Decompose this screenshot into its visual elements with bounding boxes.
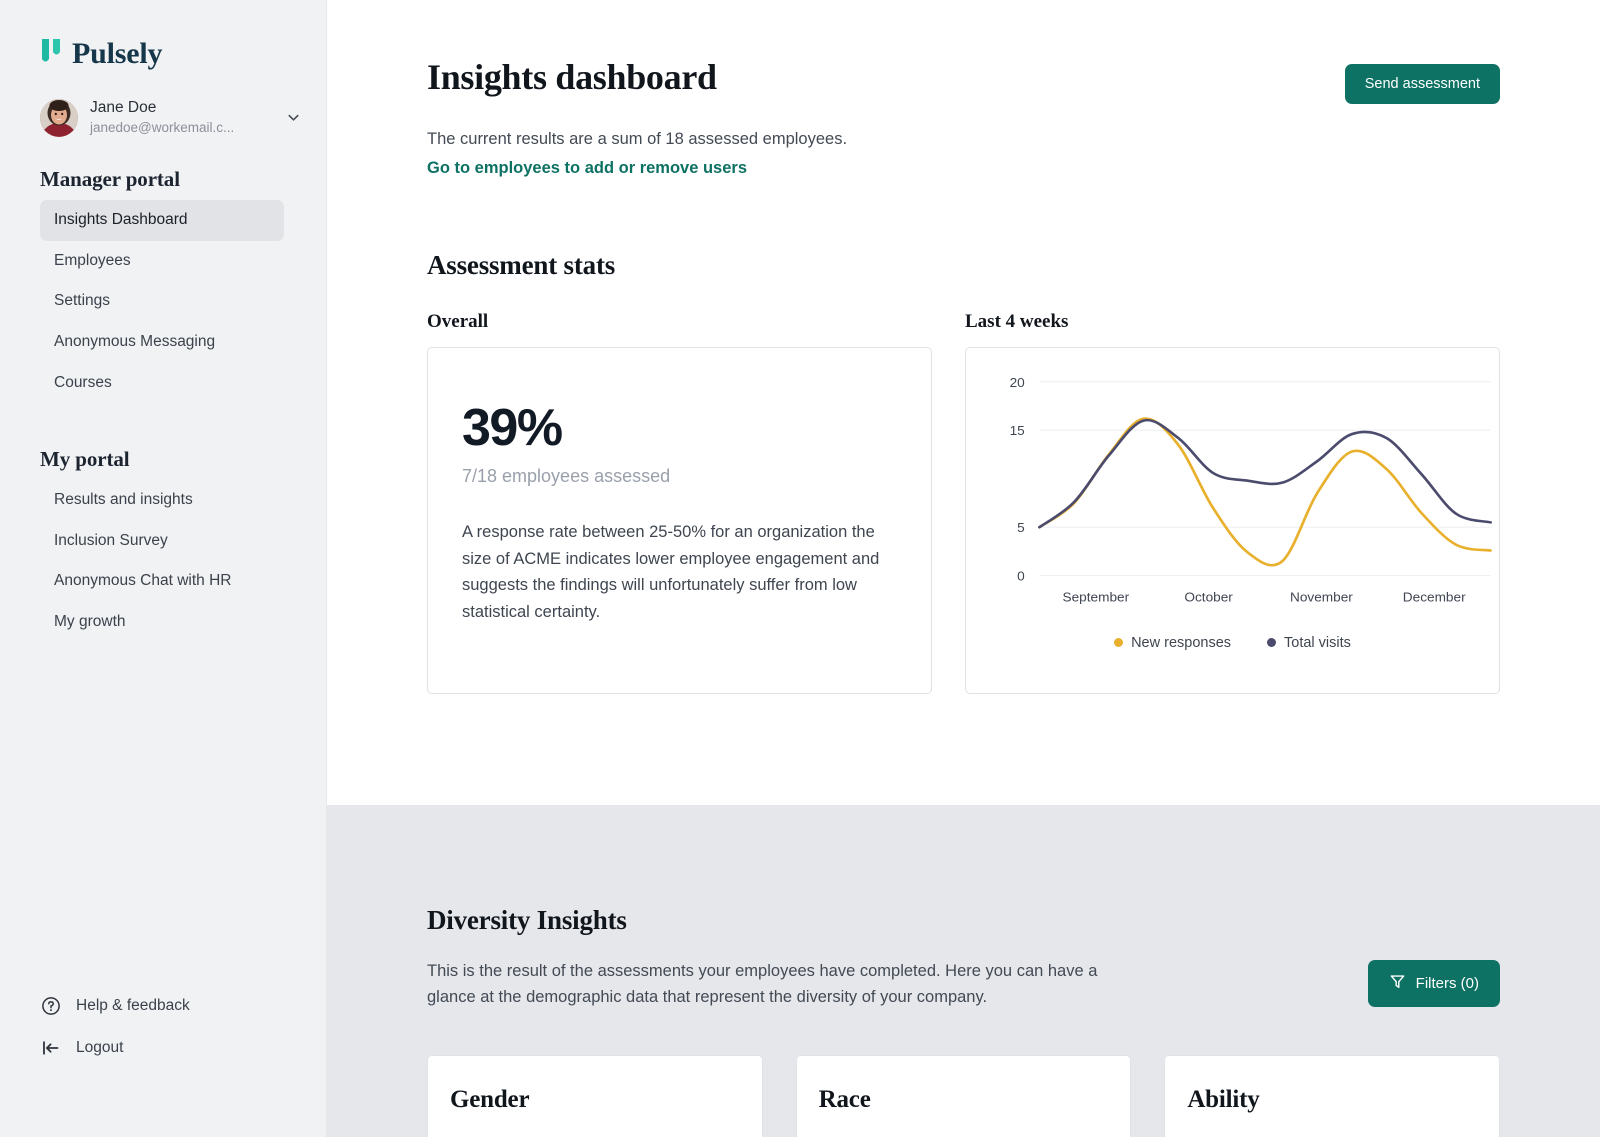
- svg-text:0: 0: [1017, 569, 1025, 584]
- help-and-feedback-label: Help & feedback: [76, 997, 190, 1014]
- employees-assessed-count: 7/18 employees assessed: [462, 465, 671, 486]
- demographics-grid: Gender Race Ability: [427, 1054, 1500, 1137]
- app-root: Pulsely Jane Doe janedoe@workemail.c... …: [0, 0, 1600, 1137]
- responses-line-chart-card: 0 5 15 20 September October November December N…: [965, 346, 1500, 694]
- avatar: [40, 98, 78, 137]
- chevron-down-icon[interactable]: [282, 110, 304, 125]
- nav-group-my-portal: My portal Results and insights Inclusion…: [0, 429, 326, 642]
- assessment-stats-grid: Overall 39% 7/18 employees assessed A re…: [427, 311, 1500, 694]
- demographic-card-race[interactable]: Race: [795, 1054, 1132, 1137]
- diversity-header: Diversity Insights This is the result of…: [427, 905, 1500, 1011]
- legend-item-new-responses: New responses: [1114, 635, 1231, 651]
- sidebar-item-courses[interactable]: Courses: [40, 363, 284, 404]
- svg-text:November: November: [1290, 590, 1353, 605]
- svg-text:October: October: [1184, 590, 1233, 605]
- page-title: Insights dashboard: [427, 57, 717, 97]
- chart-wrap: 0 5 15 20 September October November December N…: [966, 348, 1499, 693]
- legend-label-total-visits: Total visits: [1284, 634, 1351, 651]
- sidebar: Pulsely Jane Doe janedoe@workemail.c... …: [0, 0, 327, 1137]
- demographic-card-title: Gender: [450, 1085, 530, 1113]
- overall-card: 39% 7/18 employees assessed A response r…: [427, 346, 932, 694]
- legend-label-new-responses: New responses: [1131, 634, 1232, 651]
- user-email: janedoe@workemail.c...: [90, 119, 235, 135]
- sidebar-item-anonymous-messaging[interactable]: Anonymous Messaging: [40, 322, 284, 363]
- nav-group-title-manager: Manager portal: [40, 167, 180, 192]
- sidebar-item-insights-dashboard[interactable]: Insights Dashboard: [40, 200, 284, 241]
- logout-label: Logout: [76, 1039, 124, 1056]
- demographic-card-title: Ability: [1187, 1085, 1260, 1113]
- svg-text:20: 20: [1010, 375, 1025, 390]
- diversity-insights-title: Diversity Insights: [427, 905, 627, 935]
- question-circle-icon: [40, 995, 62, 1017]
- assessment-section: Insights dashboard Send assessment The c…: [327, 0, 1600, 805]
- page-header: Insights dashboard Send assessment: [427, 57, 1500, 104]
- last-four-weeks-column: Last 4 weeks 0 5 15 20 September October Novem…: [965, 311, 1500, 694]
- legend-dot-total-visits: [1267, 638, 1277, 648]
- filters-label: Filters (0): [1415, 974, 1479, 992]
- brand-name: Pulsely: [72, 37, 163, 70]
- overall-label: Overall: [427, 310, 489, 332]
- demographic-card-gender[interactable]: Gender: [427, 1054, 763, 1137]
- sidebar-item-settings[interactable]: Settings: [40, 281, 284, 322]
- logout-arrow-icon: [40, 1037, 62, 1059]
- legend-item-total-visits: Total visits: [1267, 635, 1351, 651]
- funnel-icon: [1389, 973, 1406, 994]
- sidebar-item-my-growth[interactable]: My growth: [40, 602, 284, 643]
- svg-text:15: 15: [1010, 423, 1025, 438]
- diversity-description: This is the result of the assessments yo…: [427, 962, 1098, 1007]
- overall-column: Overall 39% 7/18 employees assessed A re…: [427, 311, 932, 694]
- diversity-section: Diversity Insights This is the result of…: [327, 805, 1600, 1137]
- last-4-weeks-label: Last 4 weeks: [965, 310, 1069, 332]
- filters-button[interactable]: Filters (0): [1367, 959, 1500, 1007]
- sidebar-footer: Help & feedback Logout: [0, 985, 326, 1137]
- svg-text:5: 5: [1017, 520, 1025, 535]
- go-to-employees-link[interactable]: Go to employees to add or remove users: [427, 159, 747, 178]
- response-rate-description: A response rate between 25-50% for an or…: [462, 522, 880, 622]
- chart-legend: New responses Total visits: [966, 635, 1499, 651]
- assessment-stats-title: Assessment stats: [427, 249, 616, 280]
- diversity-text-block: Diversity Insights This is the result of…: [427, 905, 1127, 1011]
- main-content: Insights dashboard Send assessment The c…: [327, 0, 1600, 1137]
- demographic-card-title: Race: [818, 1085, 871, 1113]
- user-text: Jane Doe janedoe@workemail.c...: [90, 98, 270, 137]
- svg-text:September: September: [1063, 590, 1130, 605]
- assessed-summary-text: The current results are a sum of 18 asse…: [427, 130, 848, 148]
- sidebar-item-employees[interactable]: Employees: [40, 241, 284, 282]
- legend-dot-new-responses: [1114, 638, 1124, 648]
- demographic-card-ability[interactable]: Ability: [1164, 1054, 1500, 1137]
- user-name: Jane Doe: [90, 99, 157, 116]
- nav-group-manager: Manager portal Insights Dashboard Employ…: [0, 167, 326, 403]
- brand[interactable]: Pulsely: [0, 0, 326, 78]
- pulse-leaf-logo-icon: [40, 37, 62, 72]
- sidebar-item-results-and-insights[interactable]: Results and insights: [40, 480, 284, 521]
- user-menu[interactable]: Jane Doe janedoe@workemail.c...: [40, 94, 304, 141]
- svg-text:December: December: [1403, 590, 1466, 605]
- nav-group-title-my-portal: My portal: [40, 447, 130, 472]
- response-rate-percent: 39%: [462, 398, 563, 457]
- sidebar-item-inclusion-survey[interactable]: Inclusion Survey: [40, 521, 284, 562]
- send-assessment-button[interactable]: Send assessment: [1344, 64, 1500, 104]
- sidebar-item-anonymous-chat-with-hr[interactable]: Anonymous Chat with HR: [40, 561, 284, 602]
- logout-button[interactable]: Logout: [40, 1027, 326, 1069]
- help-and-feedback-button[interactable]: Help & feedback: [40, 985, 326, 1027]
